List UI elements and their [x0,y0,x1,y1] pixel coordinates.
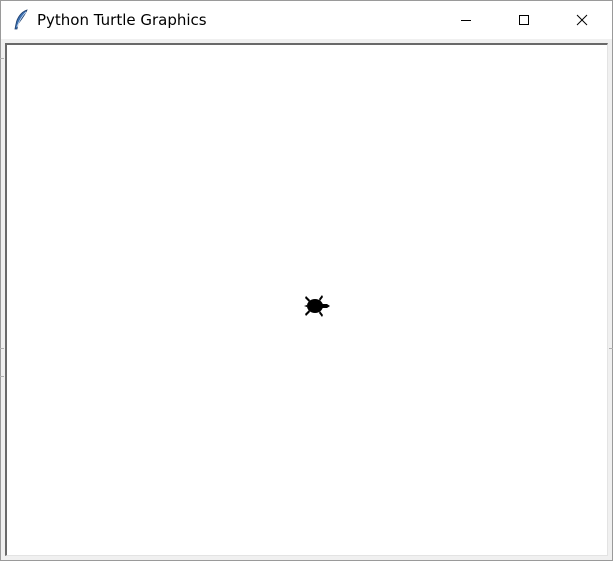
minimize-button[interactable] [437,1,495,39]
window-edge-mark [609,348,613,349]
window-edge-mark [0,348,4,349]
window-edge-mark [0,58,4,59]
maximize-button[interactable] [495,1,553,39]
turtle-canvas[interactable] [5,43,608,556]
title-bar[interactable]: Python Turtle Graphics [1,1,612,39]
close-icon [576,11,588,30]
window-title: Python Turtle Graphics [37,11,207,29]
tk-feather-icon [12,9,30,31]
minimize-icon [460,11,472,30]
turtle-icon [300,292,332,320]
close-button[interactable] [553,1,611,39]
window-edge-mark [0,376,4,377]
maximize-icon [518,11,530,30]
turtle-window: Python Turtle Graphics [0,0,613,561]
